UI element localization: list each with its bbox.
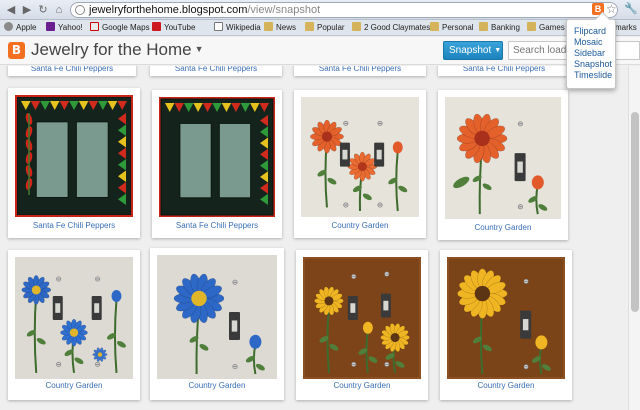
post-photo[interactable] [301,97,419,217]
forward-arrow-icon[interactable]: ▶ [20,3,34,17]
blogger-logo-icon[interactable]: B [8,42,25,59]
post-caption-link[interactable]: Santa Fe Chili Peppers [8,221,140,230]
snapshot-grid: Santa Fe Chili Peppers Santa Fe Chili Pep… [0,66,628,410]
home-icon[interactable]: ⌂ [52,3,66,17]
blog-header: B Jewelry for the Home ▼ Snapshot ▼ [0,37,640,65]
bookmark-label: Banking [491,23,520,32]
folder-icon [264,22,273,31]
scrollbar-thumb[interactable] [631,112,639,312]
bookmark-item[interactable]: Banking [479,21,520,35]
bookmark-item[interactable]: Wikipedia [214,21,261,35]
post-photo[interactable] [445,97,561,219]
post-caption-link[interactable]: Santa Fe Chili Peppers [438,66,570,73]
blog-title[interactable]: Jewelry for the Home ▼ [31,40,204,60]
address-bar[interactable]: jewelryforthehome.blogspot.com/view/snap… [70,2,618,18]
back-arrow-icon[interactable]: ◀ [4,3,18,17]
post-card[interactable]: Country Garden [438,90,568,240]
apple-icon [4,22,13,31]
bookmark-star-icon[interactable]: ☆ [606,2,617,16]
post-caption-link[interactable]: Santa Fe Chili Peppers [152,221,282,230]
view-option-snapshot[interactable]: Snapshot [574,59,615,70]
globe-icon [75,5,85,15]
post-caption-link[interactable]: Santa Fe Chili Peppers [294,66,426,73]
view-option-sidebar[interactable]: Sidebar [574,48,615,59]
bookmark-item[interactable]: Games [527,21,565,35]
wiki-icon [214,22,223,31]
bookmark-item[interactable]: Popular [305,21,345,35]
bookmark-label: Games [539,23,565,32]
view-selector-label: Snapshot [449,45,492,56]
bookmark-item[interactable]: Personal [430,21,474,35]
post-card[interactable]: Santa Fe Chili Peppers [152,90,282,238]
bookmark-item[interactable]: Google Maps [90,21,150,35]
bookmark-label: Apple [16,23,37,32]
url-path: /view/snapshot [247,4,321,16]
url-host: jewelryforthehome.blogspot.com [89,4,248,16]
folder-icon [305,22,314,31]
view-selector-button[interactable]: Snapshot ▼ [443,41,503,60]
bookmark-item[interactable]: YouTube [152,21,195,35]
bookmark-label: Personal [442,23,474,32]
post-card[interactable]: Santa Fe Chili Peppers [150,66,282,76]
reload-icon[interactable]: ↻ [36,3,50,17]
post-card[interactable]: Santa Fe Chili Peppers [438,66,570,76]
bookmark-item[interactable]: Yahoo! [46,21,83,35]
view-option-timeslide[interactable]: Timeslide [574,70,615,81]
bookmark-label: News [276,23,297,32]
bookmark-label: Google Maps [102,23,150,32]
post-photo[interactable] [15,95,133,217]
post-caption-link[interactable]: Country Garden [296,381,428,390]
post-caption-link[interactable]: Country Garden [150,381,284,390]
post-photo[interactable] [159,97,275,217]
bookmark-label: Yahoo! [58,23,83,32]
post-card[interactable]: Country Garden [8,250,140,400]
view-menu: Flipcard Mosaic Sidebar Snapshot Timeslide [566,19,616,89]
post-caption-link[interactable]: Country Garden [8,381,140,390]
gmaps-icon [90,22,99,31]
post-card[interactable]: Country Garden [440,250,572,400]
view-option-flipcard[interactable]: Flipcard [574,26,615,37]
bookmark-item[interactable]: Apple [4,21,36,35]
wrench-icon[interactable]: 🔧 [624,2,638,16]
post-card[interactable]: Country Garden [294,90,426,238]
yahoo-icon [46,22,55,31]
bookmark-item[interactable]: marks [615,21,637,35]
address-url[interactable]: jewelryforthehome.blogspot.com/view/snap… [89,4,320,16]
post-card[interactable]: Santa Fe Chili Peppers [8,88,140,238]
post-caption-link[interactable]: Santa Fe Chili Peppers [150,66,282,73]
post-photo[interactable] [303,257,421,379]
post-card[interactable]: Santa Fe Chili Peppers [294,66,426,76]
post-card[interactable]: Country Garden [150,248,284,400]
chevron-down-icon: ▼ [194,44,204,54]
post-photo[interactable] [447,257,565,379]
folder-icon [527,22,536,31]
post-caption-link[interactable]: Country Garden [440,381,572,390]
bookmarks-bar: Apple Yahoo! Google Maps YouTube Wikipedia Ne… [0,20,640,36]
scrollbar[interactable] [628,66,640,410]
folder-icon [352,22,361,31]
bookmark-label: Wikipedia [226,23,261,32]
browser-toolbar: ◀ ▶ ↻ ⌂ jewelryforthehome.blogspot.com/v… [0,0,640,20]
bookmark-label: 2 Good Claymates [364,23,431,32]
bookmark-label: YouTube [164,23,196,32]
bookmark-label: Popular [317,23,345,32]
chevron-down-icon: ▼ [494,47,502,54]
folder-icon [430,22,439,31]
post-caption-link[interactable]: Country Garden [438,223,568,232]
post-caption-link[interactable]: Country Garden [294,221,426,230]
post-photo[interactable] [157,255,277,379]
post-photo[interactable] [15,257,133,379]
bookmark-item[interactable]: News [264,21,296,35]
yt-icon [152,22,161,31]
blog-title-text: Jewelry for the Home [31,40,192,59]
post-card[interactable]: Country Garden [296,250,428,400]
bookmark-item[interactable]: 2 Good Claymates [352,21,430,35]
view-option-mosaic[interactable]: Mosaic [574,37,615,48]
post-card[interactable]: Santa Fe Chili Peppers [8,66,136,76]
bookmark-label: marks [615,23,637,32]
post-caption-link[interactable]: Santa Fe Chili Peppers [8,66,136,73]
folder-icon [479,22,488,31]
